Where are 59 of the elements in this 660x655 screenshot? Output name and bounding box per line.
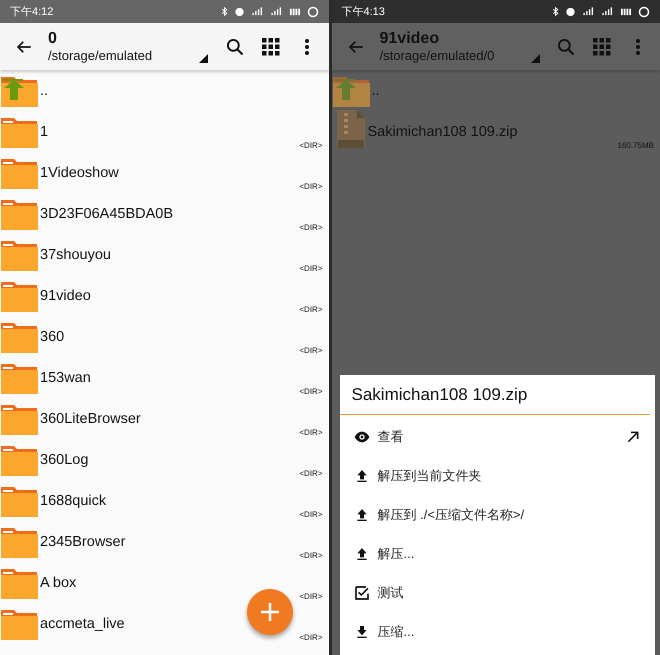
file-row[interactable]: 37shouyou <DIR> xyxy=(0,234,328,275)
file-row[interactable]: .. xyxy=(0,70,328,111)
signal-icon xyxy=(268,6,282,17)
file-size: <DIR> xyxy=(299,346,322,355)
menu-item[interactable]: 测试 xyxy=(340,573,655,612)
file-row[interactable]: accmeta_live <DIR> xyxy=(0,603,328,644)
search-icon xyxy=(556,36,576,56)
file-size: <DIR> xyxy=(299,387,322,396)
menu-item[interactable]: 解压... xyxy=(340,534,655,573)
search-icon xyxy=(224,36,244,56)
status-time: 下午4:12 xyxy=(10,5,54,19)
file-row[interactable]: 360Log <DIR> xyxy=(0,439,328,480)
file-size: <DIR> xyxy=(299,592,322,601)
file-row[interactable]: 360 <DIR> xyxy=(0,316,328,357)
caret-icon xyxy=(199,54,208,63)
eye-icon xyxy=(354,428,370,444)
file-size: <DIR> xyxy=(299,141,322,150)
bluetooth-icon xyxy=(551,6,560,17)
menu-item[interactable]: 解压到 ./<压缩文件名称>/ xyxy=(340,495,655,534)
path-dropdown[interactable]: /storage/emulated xyxy=(48,48,208,63)
zip-file-icon xyxy=(336,109,366,149)
file-size: <DIR> xyxy=(299,223,322,232)
file-row[interactable]: A box <DIR> xyxy=(0,562,328,603)
file-size: <DIR> xyxy=(299,182,322,191)
caret-icon xyxy=(530,54,540,63)
file-row[interactable]: 91video <DIR> xyxy=(0,275,328,316)
file-size: <DIR> xyxy=(299,510,322,519)
add-button[interactable] xyxy=(246,589,292,635)
bluetooth-icon xyxy=(220,6,228,17)
checkbox-icon xyxy=(354,584,370,600)
file-row[interactable]: 153wan <DIR> xyxy=(0,357,328,398)
file-size: <DIR> xyxy=(299,264,322,273)
grid-icon xyxy=(593,38,611,56)
sheet-title: Sakimichan108 109.zip xyxy=(340,375,650,415)
file-row[interactable]: 360LiteBrowser <DIR> xyxy=(0,398,328,439)
file-size: <DIR> xyxy=(299,633,322,642)
file-row[interactable]: 1688quick <DIR> xyxy=(0,480,328,521)
file-size: <DIR> xyxy=(299,428,322,437)
status-time: 下午4:13 xyxy=(342,5,385,19)
folder-title: 91video xyxy=(380,30,440,48)
file-size: 160.75MB xyxy=(618,141,654,150)
signal-icon xyxy=(581,6,595,17)
signal-icon xyxy=(250,6,264,17)
plus-icon xyxy=(260,602,280,622)
file-row[interactable]: 3D23F06A45BDA0B <DIR> xyxy=(0,193,328,234)
signal-icon xyxy=(600,6,614,17)
file-size: <DIR> xyxy=(299,305,322,314)
menu-item[interactable]: 查看 xyxy=(340,417,655,456)
menu-item[interactable]: 解压到当前文件夹 xyxy=(340,456,655,495)
file-row[interactable]: 1Videoshow <DIR> xyxy=(0,152,328,193)
folder-title: 0 xyxy=(48,30,58,48)
more-icon xyxy=(635,38,641,56)
more-icon xyxy=(304,38,310,56)
grid-icon xyxy=(262,38,280,56)
menu-item[interactable]: 压缩... xyxy=(340,612,655,651)
file-size: <DIR> xyxy=(299,551,322,560)
file-size: <DIR> xyxy=(299,469,322,478)
file-row[interactable]: 1 <DIR> xyxy=(0,111,328,152)
file-row[interactable]: 2345Browser <DIR> xyxy=(0,521,328,562)
